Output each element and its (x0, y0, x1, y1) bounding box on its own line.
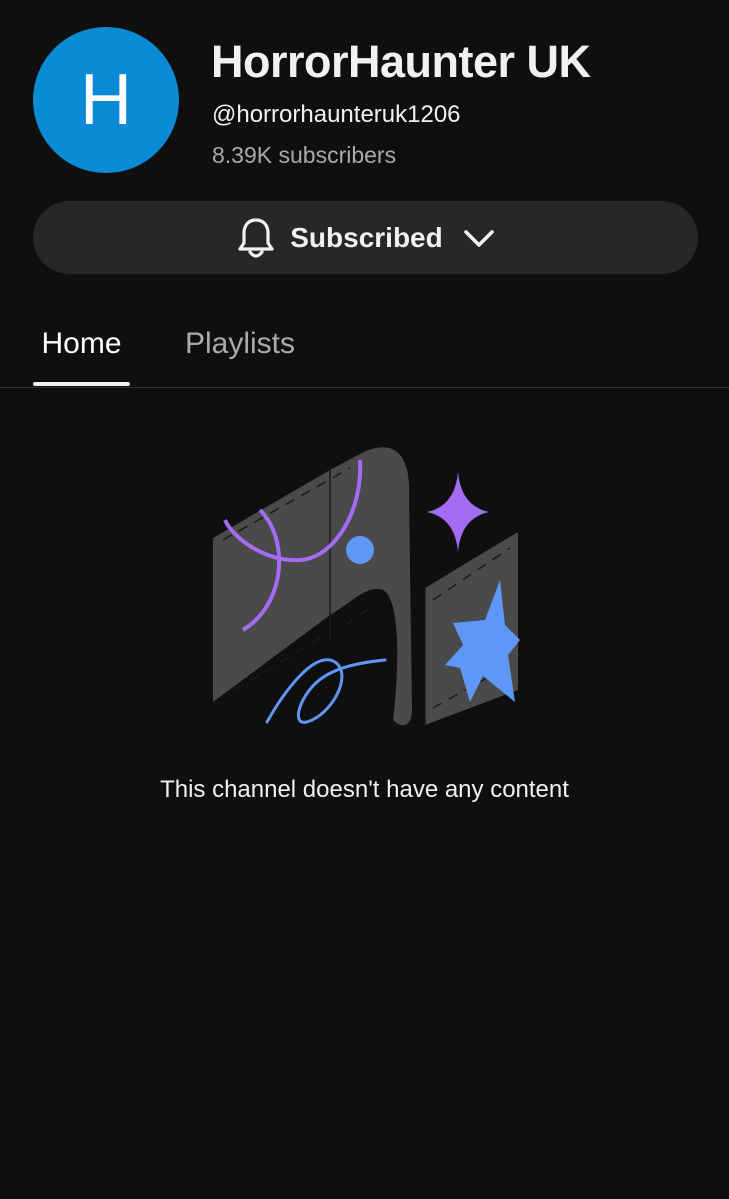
tab-playlists[interactable]: Playlists (170, 300, 310, 387)
subscribed-button[interactable]: Subscribed (33, 201, 698, 274)
subscribed-label: Subscribed (290, 221, 443, 253)
active-tab-indicator (33, 382, 130, 386)
channel-tabs: Home Playlists (0, 300, 729, 388)
subscriber-count: 8.39K subscribers (212, 142, 397, 168)
channel-name: HorrorHaunter UK (211, 36, 591, 87)
tab-home[interactable]: Home (33, 300, 130, 387)
empty-channel-illustration (205, 440, 525, 732)
tabs-divider (0, 387, 729, 388)
channel-avatar[interactable]: H (33, 27, 179, 173)
avatar-letter: H (80, 60, 132, 140)
channel-handle: @horrorhaunteruk1206 (212, 101, 461, 128)
chevron-down-icon (463, 222, 495, 254)
empty-state-message: This channel doesn't have any content (160, 776, 569, 803)
bell-icon (236, 216, 276, 260)
